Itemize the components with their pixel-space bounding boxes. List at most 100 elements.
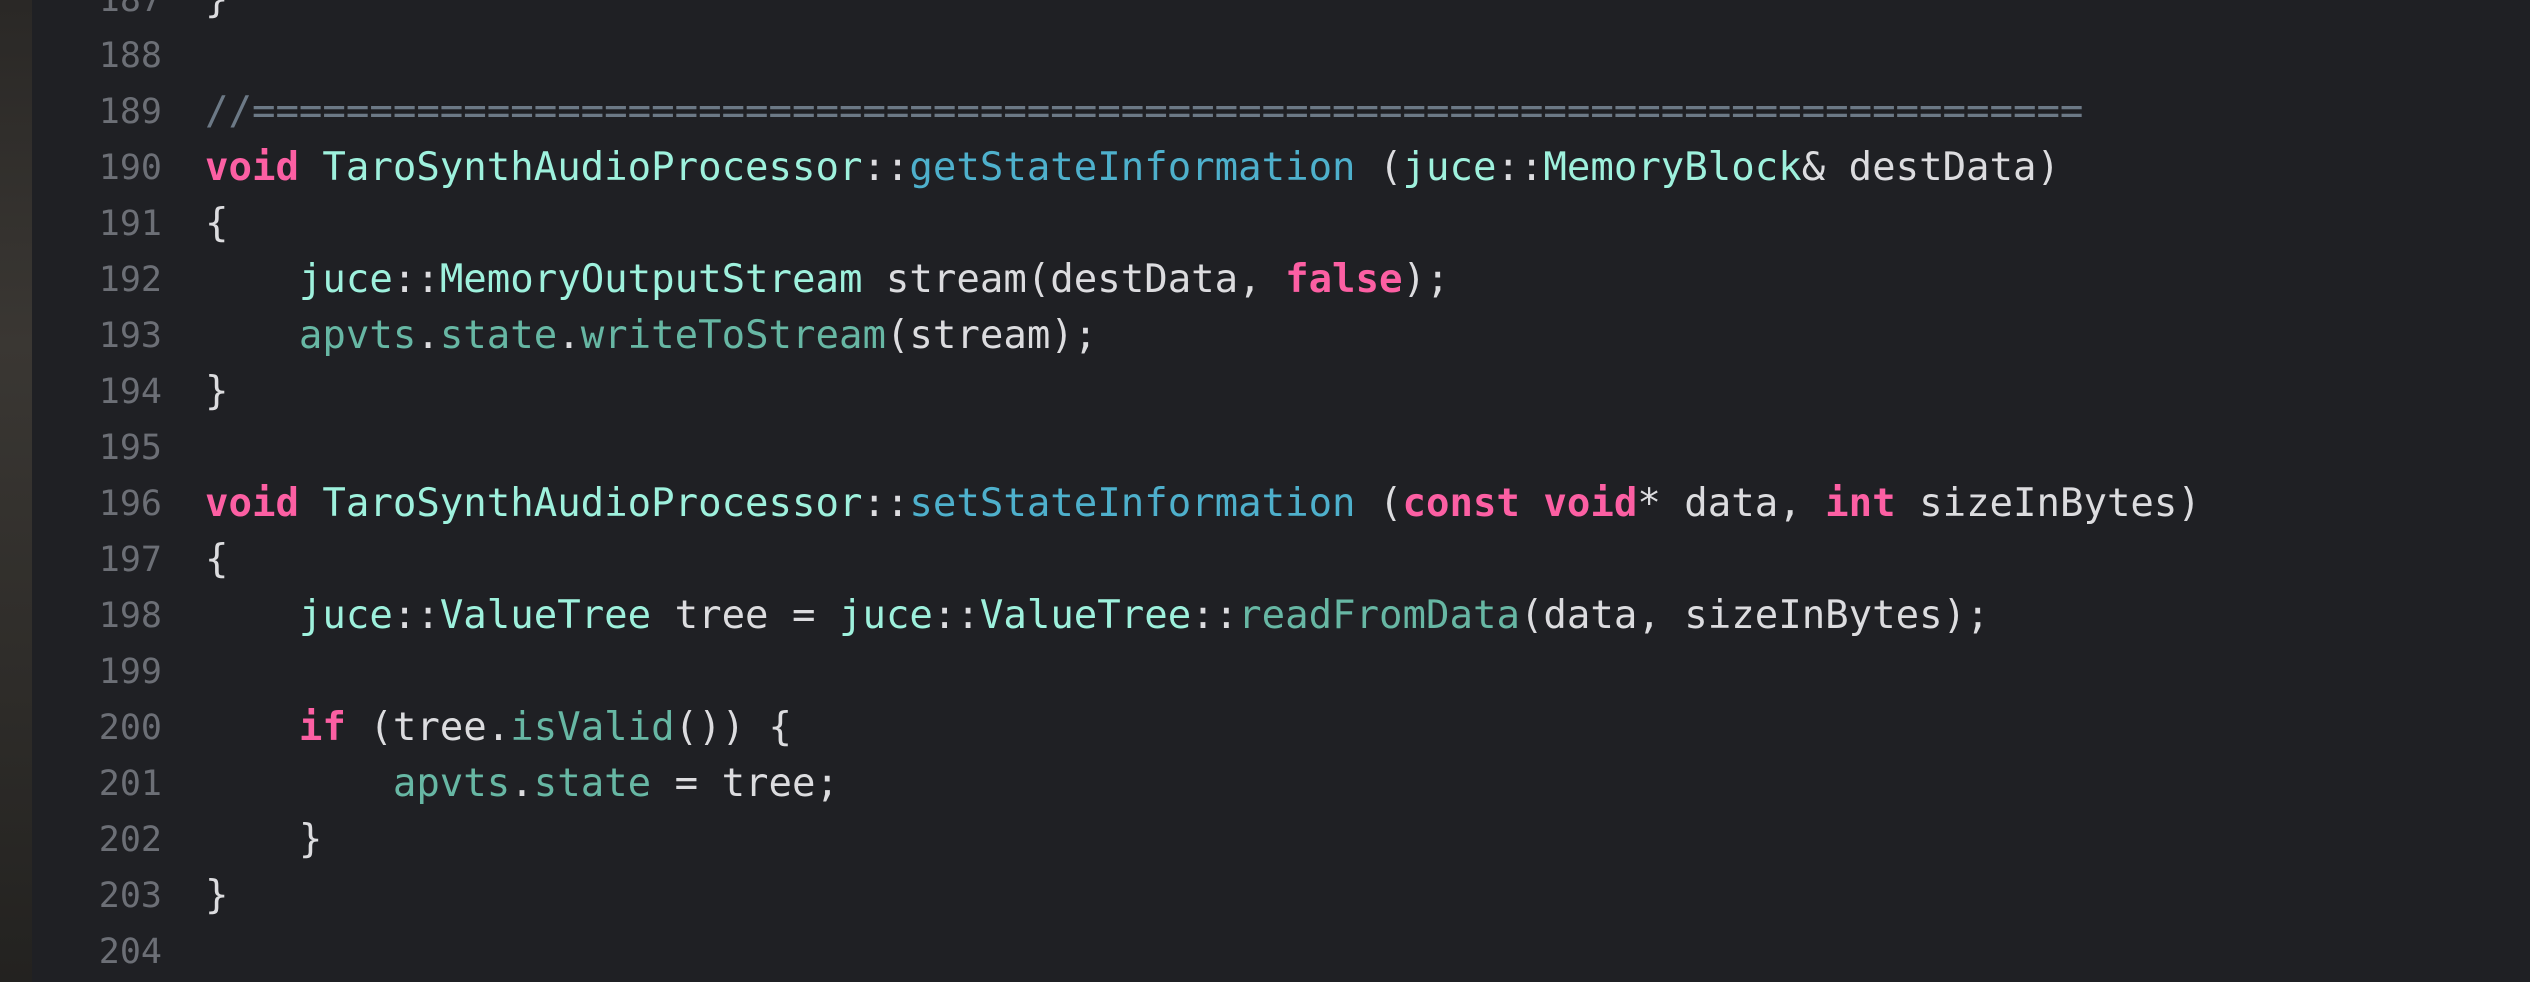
- line-number[interactable]: 197: [60, 532, 162, 588]
- line-number[interactable]: 193: [60, 308, 162, 364]
- code-line[interactable]: 204: [0, 924, 2530, 980]
- code-text[interactable]: }: [205, 868, 228, 924]
- code-text[interactable]: if (tree.isValid()) {: [205, 700, 792, 756]
- code-token: TaroSynthAudioProcessor: [322, 481, 863, 526]
- line-number[interactable]: 187: [60, 0, 162, 28]
- code-line[interactable]: 190 void TaroSynthAudioProcessor::getStat…: [0, 140, 2530, 196]
- code-line[interactable]: 188: [0, 28, 2530, 84]
- code-token: ::: [392, 593, 440, 638]
- code-editor-window: 187}188189//============================…: [0, 0, 2530, 982]
- line-number[interactable]: 188: [60, 28, 162, 84]
- code-line[interactable]: 203}: [0, 868, 2530, 924]
- code-text[interactable]: {: [205, 196, 228, 252]
- code-token: {: [205, 201, 229, 246]
- code-token: ::: [1191, 593, 1239, 638]
- code-token: apvts: [392, 761, 511, 806]
- code-token: apvts: [298, 313, 417, 358]
- code-text[interactable]: }: [205, 0, 228, 28]
- code-token: ::: [862, 145, 910, 190]
- code-line[interactable]: 199: [0, 644, 2530, 700]
- code-line[interactable]: 195: [0, 420, 2530, 476]
- line-number[interactable]: 196: [60, 476, 162, 532]
- code-token: setStateInformation: [909, 481, 1356, 526]
- code-token: const: [1402, 481, 1520, 526]
- code-line[interactable]: 193 apvts.state.writeToStream(stream);: [0, 308, 2530, 364]
- code-token: state: [439, 313, 558, 358]
- code-token: );: [1402, 257, 1450, 302]
- code-token: //======================================…: [205, 89, 2084, 134]
- code-line[interactable]: 194}: [0, 364, 2530, 420]
- code-token: juce: [1402, 145, 1497, 190]
- code-text[interactable]: //======================================…: [205, 84, 2083, 140]
- line-number[interactable]: 199: [60, 644, 162, 700]
- code-token: stream(destData,: [862, 257, 1286, 302]
- code-token: ::: [862, 481, 910, 526]
- line-number[interactable]: 194: [60, 364, 162, 420]
- code-token: (: [1355, 481, 1403, 526]
- code-token: ValueTree: [979, 593, 1192, 638]
- code-token: (: [1355, 145, 1403, 190]
- code-token: .: [557, 313, 581, 358]
- code-editor[interactable]: 187}188189//============================…: [0, 0, 2530, 982]
- code-token: juce: [298, 593, 393, 638]
- code-text[interactable]: apvts.state = tree;: [205, 756, 839, 812]
- code-line[interactable]: 200 if (tree.isValid()) {: [0, 700, 2530, 756]
- code-token: TaroSynthAudioProcessor: [322, 145, 863, 190]
- code-token: .: [510, 761, 534, 806]
- code-token: readFromData: [1238, 593, 1520, 638]
- code-token: tree =: [651, 593, 839, 638]
- code-text[interactable]: apvts.state.writeToStream(stream);: [205, 308, 1097, 364]
- code-text[interactable]: }: [205, 812, 323, 868]
- code-token: * data,: [1637, 481, 1826, 526]
- code-line[interactable]: 198 juce::ValueTree tree = juce::ValueTr…: [0, 588, 2530, 644]
- code-text[interactable]: }: [205, 364, 228, 420]
- line-number[interactable]: 195: [60, 420, 162, 476]
- code-token: state: [533, 761, 652, 806]
- code-line[interactable]: 197 {: [0, 532, 2530, 588]
- code-token: ::: [392, 257, 440, 302]
- code-text[interactable]: void TaroSynthAudioProcessor::getStateIn…: [205, 140, 2060, 196]
- code-token: if: [298, 705, 346, 750]
- line-number[interactable]: 201: [60, 756, 162, 812]
- code-text[interactable]: void TaroSynthAudioProcessor::setStateIn…: [205, 476, 2201, 532]
- line-number[interactable]: 203: [60, 868, 162, 924]
- line-number[interactable]: 191: [60, 196, 162, 252]
- code-token: {: [205, 537, 229, 582]
- code-token: ValueTree: [439, 593, 652, 638]
- code-token: ::: [932, 593, 980, 638]
- code-token: }: [205, 0, 228, 22]
- code-token: juce: [838, 593, 933, 638]
- line-number[interactable]: 189: [60, 84, 162, 140]
- code-token: = tree;: [651, 761, 839, 806]
- code-token: & destData): [1801, 145, 2060, 190]
- code-text[interactable]: {: [205, 532, 228, 588]
- code-token: isValid: [510, 705, 675, 750]
- code-token: .: [416, 313, 440, 358]
- code-token: MemoryOutputStream: [439, 257, 863, 302]
- line-number[interactable]: 204: [60, 924, 162, 980]
- line-number[interactable]: 200: [60, 700, 162, 756]
- code-line[interactable]: 202 }: [0, 812, 2530, 868]
- code-token: MemoryBlock: [1543, 145, 1802, 190]
- line-number[interactable]: 198: [60, 588, 162, 644]
- code-line[interactable]: 189 //===================================…: [0, 84, 2530, 140]
- code-token: (data, sizeInBytes);: [1519, 593, 1990, 638]
- line-number[interactable]: 202: [60, 812, 162, 868]
- line-number[interactable]: 192: [60, 252, 162, 308]
- code-token: ()) {: [674, 705, 793, 750]
- code-line[interactable]: 192 juce::MemoryOutputStream stream(dest…: [0, 252, 2530, 308]
- code-line[interactable]: 187}: [0, 0, 2530, 28]
- code-token: writeToStream: [580, 313, 886, 358]
- code-text[interactable]: juce::MemoryOutputStream stream(destData…: [205, 252, 1450, 308]
- code-text[interactable]: juce::ValueTree tree = juce::ValueTree::…: [205, 588, 1990, 644]
- code-line[interactable]: 196 void TaroSynthAudioProcessor::setStat…: [0, 476, 2530, 532]
- line-number[interactable]: 190: [60, 140, 162, 196]
- code-line[interactable]: 191 {: [0, 196, 2530, 252]
- code-token: false: [1285, 257, 1403, 302]
- code-line[interactable]: 201 apvts.state = tree;: [0, 756, 2530, 812]
